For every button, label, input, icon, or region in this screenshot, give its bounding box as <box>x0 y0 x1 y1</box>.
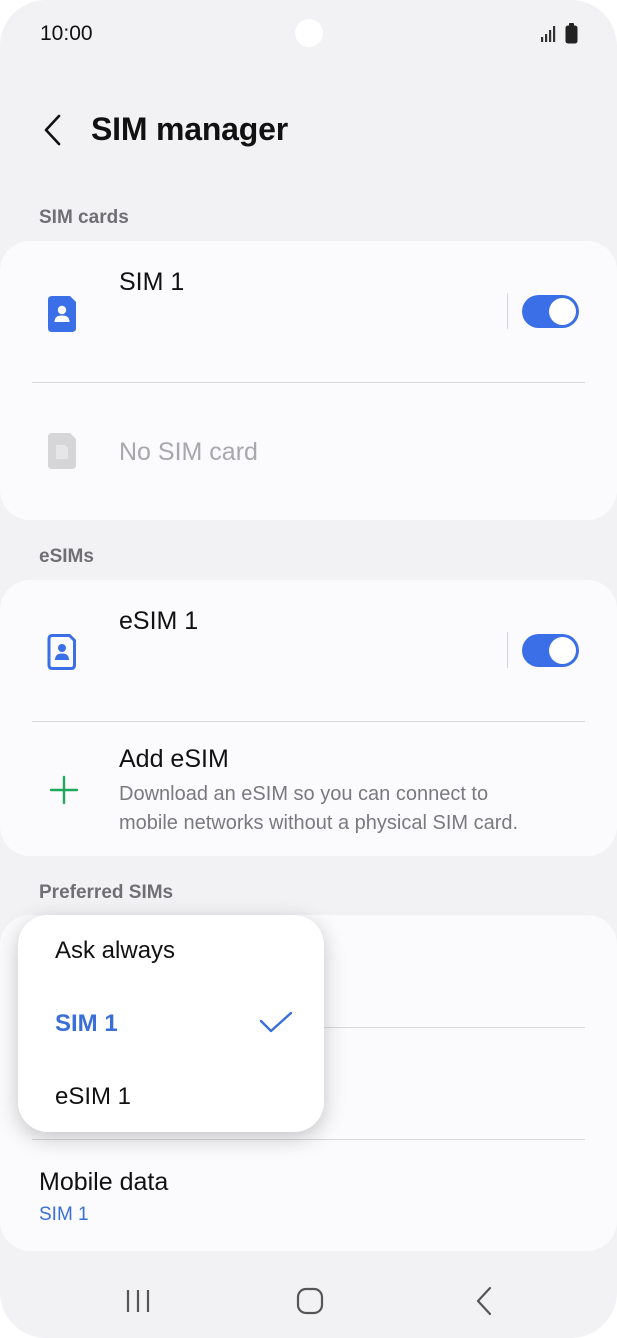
section-label-sim-cards: SIM cards <box>39 207 129 228</box>
home-button[interactable] <box>285 1276 335 1326</box>
toggle-divider <box>507 293 508 329</box>
recent-apps-button[interactable] <box>113 1276 163 1326</box>
home-icon <box>296 1287 324 1315</box>
sim1-row[interactable]: SIM 1 <box>0 241 617 382</box>
dropdown-option-ask-always[interactable]: Ask always <box>55 937 175 965</box>
mobile-data-row[interactable]: Mobile data SIM 1 <box>0 1140 617 1251</box>
mobile-data-title: Mobile data <box>39 1168 169 1196</box>
section-label-preferred-sims: Preferred SIMs <box>39 882 174 903</box>
phone-screen: 10:00 SIM manager SIM cards SIM 1 No SIM… <box>0 0 617 1338</box>
toggle-knob <box>549 298 576 325</box>
dropdown-option-sim1[interactable]: SIM 1 <box>55 1010 118 1038</box>
empty-sim-slot-row: No SIM card <box>0 383 617 520</box>
add-esim-description-line1: Download an eSIM so you can connect to <box>119 783 489 805</box>
esim-icon <box>47 634 76 670</box>
battery-icon <box>565 23 578 44</box>
esims-card: eSIM 1 Add eSIM Download an eSIM so you … <box>0 580 617 856</box>
section-label-esims: eSIMs <box>39 546 94 567</box>
page-title: SIM manager <box>91 111 288 147</box>
mobile-data-value: SIM 1 <box>39 1204 89 1225</box>
sim-card-icon <box>48 296 76 332</box>
plus-icon <box>49 775 79 805</box>
back-button[interactable] <box>28 105 78 155</box>
check-icon <box>259 1011 293 1033</box>
sim-cards-card: SIM 1 No SIM card <box>0 241 617 520</box>
sim-choice-dropdown: Ask always SIM 1 eSIM 1 <box>18 915 324 1132</box>
dropdown-option-esim1[interactable]: eSIM 1 <box>55 1083 131 1111</box>
sim1-label: SIM 1 <box>119 268 185 296</box>
add-esim-description-line2: mobile networks without a physical SIM c… <box>119 812 519 834</box>
toggle-divider <box>507 632 508 668</box>
add-esim-title: Add eSIM <box>119 745 229 773</box>
add-esim-row[interactable]: Add eSIM Download an eSIM so you can con… <box>0 722 617 856</box>
status-time: 10:00 <box>40 22 93 45</box>
sim1-toggle[interactable] <box>522 295 579 328</box>
chevron-left-icon <box>476 1286 492 1316</box>
empty-slot-label: No SIM card <box>119 438 258 466</box>
camera-cutout <box>295 19 323 47</box>
status-bar: 10:00 <box>0 0 617 70</box>
recent-apps-icon <box>126 1290 150 1312</box>
chevron-left-icon <box>44 114 61 146</box>
sim-card-empty-icon <box>48 433 76 469</box>
esim1-toggle[interactable] <box>522 634 579 667</box>
navigation-bar <box>0 1260 617 1338</box>
back-nav-button[interactable] <box>459 1276 509 1326</box>
signal-icon <box>541 26 556 42</box>
toggle-knob <box>549 637 576 664</box>
esim1-label: eSIM 1 <box>119 607 199 635</box>
esim1-row[interactable]: eSIM 1 <box>0 580 617 721</box>
app-header: SIM manager <box>0 95 617 175</box>
